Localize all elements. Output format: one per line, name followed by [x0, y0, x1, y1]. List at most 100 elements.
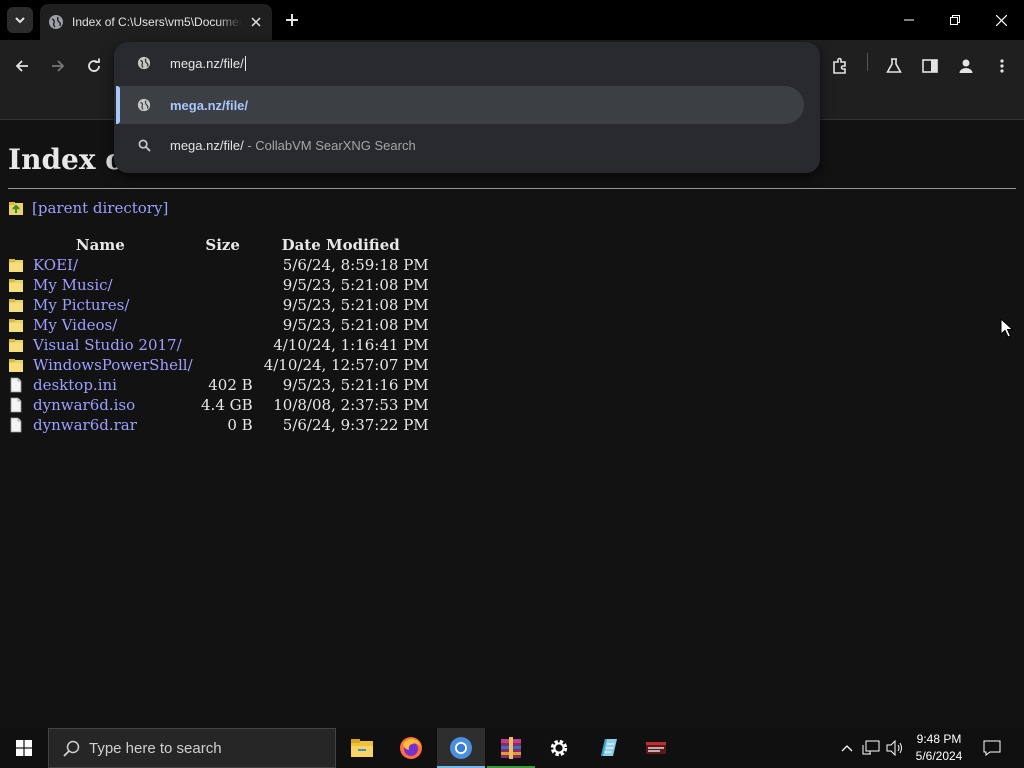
column-date-modified[interactable]: Date Modified — [253, 235, 429, 255]
window-close-button[interactable] — [978, 0, 1024, 40]
volume-tray-icon[interactable] — [884, 728, 906, 768]
reload-button[interactable] — [80, 52, 108, 80]
taskbar-clock[interactable]: 9:48 PM 5/6/2024 — [906, 731, 972, 765]
file-icon — [10, 377, 22, 393]
close-icon[interactable] — [248, 14, 264, 30]
winrar-taskbar-button[interactable] — [487, 728, 535, 768]
date-cell: 4/10/24, 12:57:07 PM — [263, 356, 429, 374]
taskbar: Type here to search 9:48 PM 5/6/2024 — [0, 728, 1024, 768]
reload-icon — [88, 58, 100, 72]
folder-link[interactable]: KOEI/ — [33, 256, 78, 274]
name-cell: KOEI/ — [8, 255, 193, 275]
minimize-icon — [904, 19, 914, 21]
table-row: Visual Studio 2017/4/10/24, 1:16:41 PM — [8, 335, 429, 355]
back-button[interactable] — [8, 52, 36, 80]
name-cell: dynwar6d.iso — [8, 395, 193, 415]
network-tray-icon[interactable] — [860, 728, 882, 768]
folder-icon — [9, 299, 23, 312]
winrar-icon — [501, 737, 521, 759]
folder-icon — [9, 319, 23, 332]
minimize-button[interactable] — [886, 0, 932, 40]
suggestion-text: mega.nz/file/ — [170, 97, 249, 113]
table-row: dynwar6d.rar 0 B 5/6/24, 9:37:22 PM — [8, 415, 429, 435]
size-cell — [193, 335, 253, 355]
name-cell: My Pictures/ — [8, 295, 193, 315]
chevron-up-icon — [841, 745, 853, 752]
profile-button[interactable] — [952, 52, 980, 80]
firefox-taskbar-button[interactable] — [387, 728, 435, 768]
divider — [8, 188, 1016, 189]
table-row: WindowsPowerShell/4/10/24, 12:57:07 PM — [8, 355, 429, 375]
globe-icon — [48, 14, 64, 30]
parent-directory-link[interactable]: [parent directory] — [32, 199, 168, 217]
chevron-down-icon — [15, 17, 25, 24]
globe-icon — [136, 55, 152, 71]
tab-strip: Index of C:\Users\vm5\Documents\ — [0, 0, 1024, 40]
folder-link[interactable]: Visual Studio 2017/ — [33, 336, 182, 354]
suggestion-description: - CollabVM SearXNG Search — [247, 137, 416, 153]
tab-search-button[interactable] — [7, 7, 33, 33]
firefox-icon — [400, 737, 422, 759]
omnibox-dropdown: mega.nz/file/ mega.nz/file/ mega.nz/file… — [114, 42, 820, 173]
notifications-button[interactable] — [978, 728, 1006, 768]
omnibox-suggestion-search[interactable]: mega.nz/file/ - CollabVM SearXNG Search — [114, 126, 820, 164]
search-icon — [61, 738, 81, 758]
game-taskbar-button[interactable] — [632, 728, 680, 768]
back-icon — [15, 60, 28, 72]
windows-logo-icon — [16, 740, 32, 756]
menu-button[interactable] — [988, 52, 1016, 80]
parent-folder-icon — [9, 202, 23, 215]
date-cell: 5/6/24, 9:37:22 PM — [282, 416, 429, 434]
file-link[interactable]: dynwar6d.iso — [33, 396, 135, 414]
date-cell: 10/8/08, 2:37:53 PM — [273, 396, 429, 414]
omnibox-suggestion-url[interactable]: mega.nz/file/ — [116, 86, 804, 124]
file-link[interactable]: dynwar6d.rar — [33, 416, 137, 434]
column-name[interactable]: Name — [8, 235, 193, 255]
table-row: dynwar6d.iso 4.4 GB 10/8/08, 2:37:53 PM — [8, 395, 429, 415]
file-explorer-taskbar-button[interactable] — [338, 728, 386, 768]
notification-icon — [983, 740, 1001, 756]
suggestion-text: mega.nz/file/ — [170, 137, 244, 153]
chrome-taskbar-button[interactable] — [437, 728, 485, 768]
folder-icon — [9, 259, 23, 272]
date-cell: 4/10/24, 1:16:41 PM — [273, 336, 429, 354]
start-button[interactable] — [0, 728, 48, 768]
table-row: desktop.ini 402 B 9/5/23, 5:21:16 PM — [8, 375, 429, 395]
restore-button[interactable] — [932, 0, 978, 40]
notepad-taskbar-button[interactable] — [584, 728, 632, 768]
menu-icon — [1000, 59, 1004, 73]
date-cell: 9/5/23, 5:21:08 PM — [282, 276, 429, 294]
selection-indicator — [116, 86, 120, 124]
size-cell — [193, 255, 253, 275]
active-tab[interactable]: Index of C:\Users\vm5\Documents\ — [40, 4, 272, 40]
table-row: My Videos/9/5/23, 5:21:08 PM — [8, 315, 429, 335]
folder-icon — [9, 359, 23, 372]
folder-link[interactable]: My Videos/ — [33, 316, 117, 334]
labs-button[interactable] — [880, 52, 908, 80]
folder-icon — [9, 339, 23, 352]
new-tab-button[interactable] — [282, 10, 302, 30]
address-bar[interactable]: mega.nz/file/ — [114, 44, 820, 82]
labs-icon — [886, 58, 902, 73]
size-cell: 4.4 GB — [201, 396, 253, 414]
extensions-button[interactable] — [826, 52, 854, 80]
folder-link[interactable]: My Pictures/ — [33, 296, 129, 314]
side-panel-button[interactable] — [916, 52, 944, 80]
chrome-icon — [450, 737, 472, 759]
taskbar-search[interactable]: Type here to search — [48, 728, 336, 768]
tab-title: Index of C:\Users\vm5\Documents\ — [72, 15, 242, 29]
file-link[interactable]: desktop.ini — [33, 376, 117, 394]
folder-icon — [351, 739, 373, 757]
show-hidden-icons-button[interactable] — [838, 728, 856, 768]
folder-link[interactable]: My Music/ — [33, 276, 113, 294]
size-cell: 0 B — [227, 416, 253, 434]
size-cell — [193, 275, 253, 295]
text-caret — [244, 55, 246, 71]
forward-button[interactable] — [44, 52, 72, 80]
settings-taskbar-button[interactable] — [535, 728, 583, 768]
name-cell: My Videos/ — [8, 315, 193, 335]
folder-link[interactable]: WindowsPowerShell/ — [33, 356, 193, 374]
address-input[interactable]: mega.nz/file/ — [170, 56, 244, 71]
folder-icon — [9, 279, 23, 292]
column-size[interactable]: Size — [193, 235, 253, 255]
